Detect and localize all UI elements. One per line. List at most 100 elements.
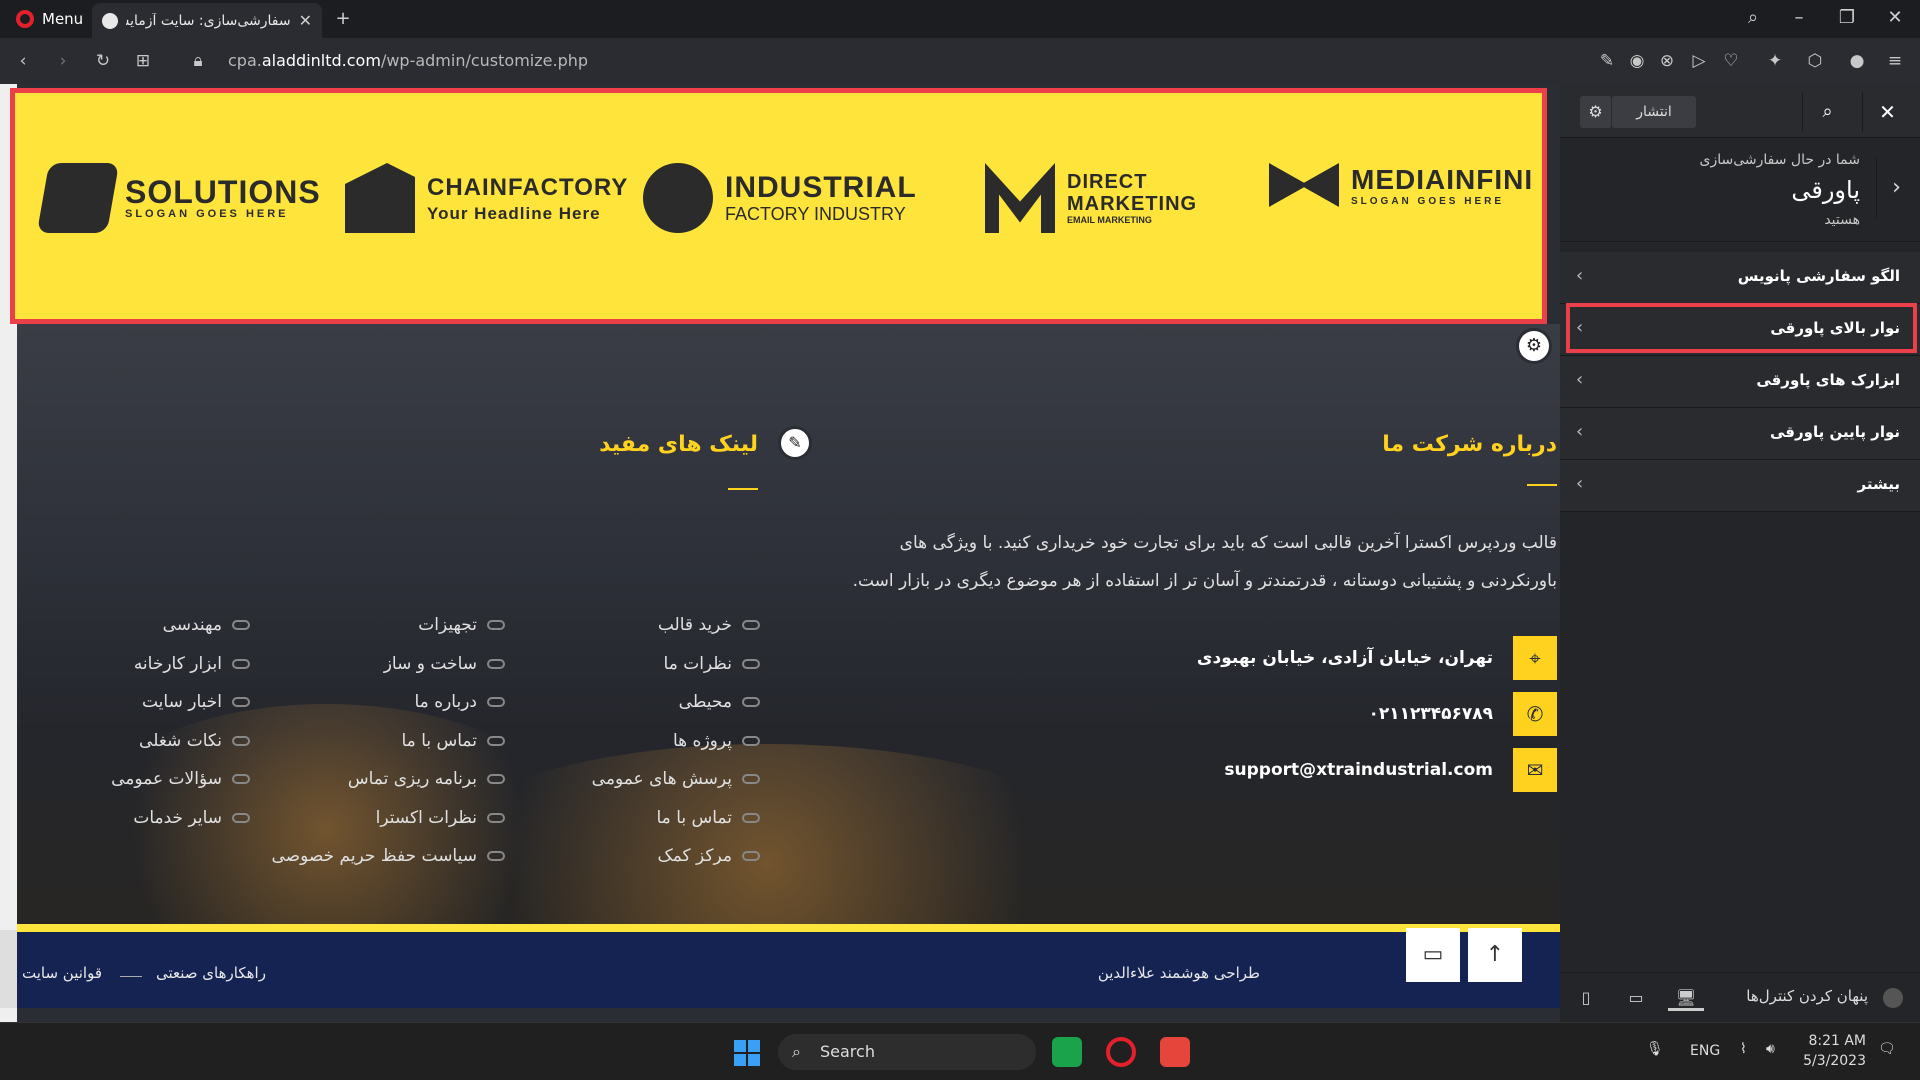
footer-link[interactable]: مرکز کمک [520, 837, 760, 876]
section-settings-icon[interactable]: ⚙ [1516, 328, 1552, 364]
sidebar-item-more[interactable]: بیشتر ‹ [1560, 460, 1920, 512]
footer-yellow-strip [17, 924, 1560, 932]
tablet-preview-icon[interactable]: ▭ [1618, 985, 1654, 1011]
preview-scrollbar-track[interactable] [0, 930, 17, 1008]
footer-divider [120, 976, 142, 977]
about-heading: درباره شرکت ما [1382, 432, 1557, 457]
footer-link[interactable]: سایر خدمات [10, 799, 250, 838]
search-icon[interactable]: ⌕ [1742, 7, 1764, 29]
about-text: قالب وردپرس اکسترا آخرین قالبی است که با… [852, 533, 1557, 591]
speed-dial-icon[interactable]: ⊞ [132, 50, 154, 72]
search-icon[interactable]: ⌕ [1802, 92, 1852, 132]
selection-highlight [1566, 303, 1917, 353]
wifi-icon[interactable]: ⌇ [1740, 1041, 1747, 1057]
footer-link[interactable]: پروژه ها [520, 722, 760, 761]
notification-icon[interactable]: 🗨︎ [1878, 1041, 1896, 1057]
minimize-icon[interactable]: – [1788, 7, 1810, 29]
microphone-icon[interactable]: 🎙︎ [1646, 1041, 1664, 1057]
tab-customize[interactable]: سفارشی‌سازی: سایت آزمایشی علاءالدین ✕ [92, 3, 322, 38]
customizer-sidebar: ⚙ انتشار ⌕ ✕ شما در حال سفارشی‌سازی پاور… [1560, 84, 1920, 1022]
collapse-icon[interactable] [1883, 988, 1903, 1008]
edit-widget-icon[interactable]: ✎ [778, 426, 812, 460]
customizing-info: شما در حال سفارشی‌سازی پاورقی هستید › [1560, 138, 1920, 242]
back-icon[interactable]: ‹ [12, 50, 34, 72]
info-prefix: شما در حال سفارشی‌سازی [1699, 152, 1860, 168]
publish-button[interactable]: انتشار [1612, 96, 1696, 128]
footer-link[interactable]: نظرات ما [520, 645, 760, 684]
opera-taskbar-icon[interactable] [1106, 1037, 1136, 1067]
language-indicator[interactable]: ENG [1690, 1043, 1720, 1059]
footer-link[interactable]: اخبار سایت [10, 683, 250, 722]
logo-solutions: SOLUTIONS SLOGAN GOES HERE [36, 163, 321, 233]
forward-icon[interactable]: › [52, 50, 74, 72]
footer-link[interactable]: ساخت و ساز [265, 645, 505, 684]
windows-start-icon[interactable] [734, 1040, 760, 1066]
clock-date[interactable]: 5/3/2023 [1796, 1053, 1866, 1069]
footer-link[interactable]: مهندسی [10, 606, 250, 645]
footer-link[interactable]: خرید قالب [520, 606, 760, 645]
back-chevron-icon[interactable]: › [1876, 158, 1916, 218]
footer-link[interactable]: برنامه ریزی تماس [265, 760, 505, 799]
search-icon: ⌕ [792, 1042, 801, 1061]
taskbar-search-label: Search [820, 1042, 875, 1061]
window-close-icon[interactable]: ✕ [1884, 7, 1906, 29]
restore-icon[interactable]: ❐ [1836, 7, 1858, 29]
customizer-header: ⚙ انتشار ⌕ ✕ [1560, 84, 1920, 138]
footer-link[interactable]: تجهیزات [265, 606, 505, 645]
recorder-icon[interactable] [1160, 1037, 1190, 1067]
footer-link[interactable]: سیاست حفظ حریم خصوصی [265, 837, 505, 876]
footer-link[interactable]: نظرات اکسترا [265, 799, 505, 838]
footer-link-solutions[interactable]: راهکارهای صنعتی [156, 964, 266, 982]
adblock-icon[interactable]: ⊗ [1656, 50, 1678, 72]
phone-icon: ✆ [1513, 692, 1557, 736]
edit-icon[interactable]: ✎ [1596, 50, 1618, 72]
new-tab-button[interactable]: + [332, 8, 354, 30]
info-suffix: هستید [1824, 212, 1860, 228]
desktop-preview-icon[interactable]: 🖥︎ [1668, 985, 1704, 1011]
footer-link[interactable]: درباره ما [265, 683, 505, 722]
easy-setup-icon[interactable]: ≡ [1884, 50, 1906, 72]
camera-icon[interactable]: ◉ [1626, 50, 1648, 72]
location-icon: ⌖ [1513, 636, 1557, 680]
reload-icon[interactable]: ↻ [92, 50, 114, 72]
close-icon[interactable]: ✕ [1862, 92, 1912, 132]
profile-icon[interactable]: ● [1846, 50, 1868, 72]
direct-marketing-logo-icon [985, 163, 1055, 233]
taskbar-search[interactable]: ⌕ Search [778, 1034, 1036, 1070]
url-field[interactable]: cpa.aladdinltd.com/wp-admin/customize.ph… [228, 51, 588, 70]
sidebar-item-footer-widgets[interactable]: ابزارک های پاورقی ‹ [1560, 356, 1920, 408]
sidebar-item-footer-bottom-bar[interactable]: نوار پایین پاورقی ‹ [1560, 408, 1920, 460]
footer-link[interactable]: ابزار کارخانه [10, 645, 250, 684]
browser-title-bar: Menu سفارشی‌سازی: سایت آزمایشی علاءالدین… [0, 0, 1920, 38]
chat-icon[interactable]: ▭ [1406, 928, 1460, 982]
chevron-left-icon: ‹ [1576, 369, 1584, 390]
footer-link[interactable]: تماس با ما [265, 722, 505, 761]
volume-icon[interactable]: 🔊︎ [1766, 1041, 1775, 1057]
info-section-title: پاورقی [1791, 176, 1860, 204]
email-row: support@xtraindustrial.com ✉ [1224, 748, 1557, 792]
opera-icon [16, 10, 34, 28]
opera-menu-button[interactable]: Menu [8, 6, 91, 32]
extension-icon[interactable]: ✦ [1764, 50, 1786, 72]
clock-time[interactable]: 8:21 AM [1806, 1033, 1866, 1049]
footer-link[interactable]: پرسش های عمومی [520, 760, 760, 799]
scroll-top-icon[interactable]: ↑ [1468, 928, 1522, 982]
hide-controls-button[interactable]: پنهان کردن کنترل‌ها [1746, 987, 1868, 1005]
heart-icon[interactable]: ♡ [1720, 50, 1742, 72]
publish-settings-icon[interactable]: ⚙ [1580, 96, 1612, 128]
footer-link[interactable]: سؤالات عمومی [10, 760, 250, 799]
send-icon[interactable]: ▷ [1688, 50, 1710, 72]
logo-industrial: INDUSTRIAL FACTORY INDUSTRY [643, 163, 917, 233]
footer-link-rules[interactable]: قوانین سایت [22, 964, 102, 982]
sidebar-item-footer-template[interactable]: الگو سفارشی پانویس ‹ [1560, 252, 1920, 304]
footer-link[interactable]: محیطی [520, 683, 760, 722]
tab-close-icon[interactable]: ✕ [299, 11, 312, 30]
industrial-logo-icon [643, 163, 713, 233]
footer-link[interactable]: نکات شغلی [10, 722, 250, 761]
footer-link[interactable]: تماس با ما [520, 799, 760, 838]
mobile-preview-icon[interactable]: ▯ [1568, 985, 1604, 1011]
chevron-left-icon: ‹ [1576, 265, 1584, 286]
cube-icon[interactable]: ⬡ [1804, 50, 1826, 72]
logo-banner[interactable]: SOLUTIONS SLOGAN GOES HERE CHAINFACTORY Yo… [10, 88, 1547, 324]
camtasia-icon[interactable] [1052, 1037, 1082, 1067]
